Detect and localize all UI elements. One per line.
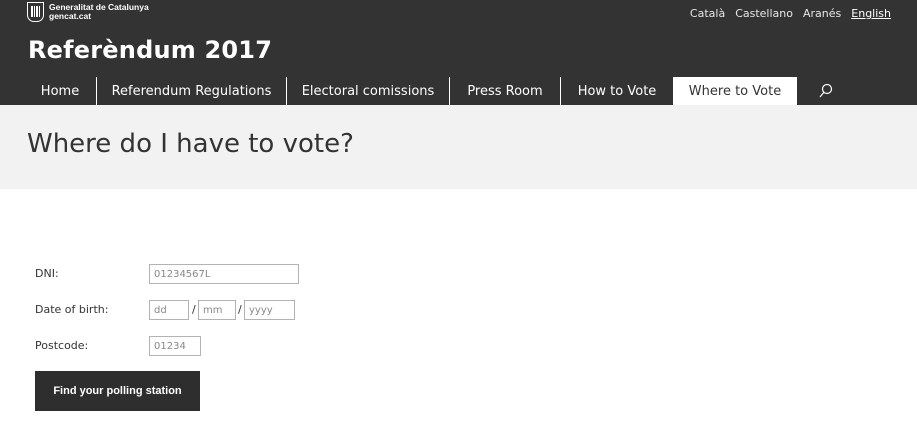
generalitat-emblem-icon — [27, 2, 44, 22]
dni-row: DNI: — [35, 264, 435, 284]
find-polling-station-button[interactable]: Find your polling station — [35, 371, 200, 411]
page-title: Where do I have to vote? — [27, 129, 354, 159]
lang-catala[interactable]: Català — [690, 7, 725, 20]
nav-press-room[interactable]: Press Room — [450, 77, 561, 105]
search-icon — [819, 83, 833, 98]
nav-home[interactable]: Home — [24, 77, 97, 105]
dni-label: DNI: — [35, 267, 59, 280]
lang-aranes[interactable]: Aranés — [803, 7, 841, 20]
nav-where-to-vote[interactable]: Where to Vote — [673, 77, 797, 105]
dob-label: Date of birth: — [35, 303, 109, 316]
postcode-label: Postcode: — [35, 339, 89, 352]
main-nav: Home Referendum Regulations Electoral co… — [24, 77, 855, 105]
site-title[interactable]: Referèndum 2017 — [28, 36, 272, 64]
nav-how-to-vote[interactable]: How to Vote — [561, 77, 673, 105]
page-title-banner: Where do I have to vote? — [0, 105, 917, 189]
dob-month-input[interactable] — [198, 300, 236, 320]
gencat-logo[interactable]: Generalitat de Catalunya gencat.cat — [27, 1, 149, 23]
postcode-row: Postcode: — [35, 336, 435, 356]
language-switcher: Català Castellano Aranés English — [690, 7, 891, 20]
dob-separator-1: / — [192, 303, 196, 316]
nav-electoral-comissions[interactable]: Electoral comissions — [287, 77, 450, 105]
lang-english[interactable]: English — [851, 7, 891, 20]
logo-text: Generalitat de Catalunya gencat.cat — [49, 3, 149, 21]
logo-line-2: gencat.cat — [49, 11, 92, 21]
nav-search-button[interactable] — [797, 77, 855, 105]
dni-input[interactable] — [149, 264, 299, 284]
lang-castellano[interactable]: Castellano — [735, 7, 793, 20]
site-header: Generalitat de Catalunya gencat.cat Cata… — [0, 0, 917, 105]
postcode-input[interactable] — [149, 336, 201, 356]
dob-separator-2: / — [238, 303, 242, 316]
nav-referendum-regulations[interactable]: Referendum Regulations — [97, 77, 287, 105]
dob-row: Date of birth: / / — [35, 300, 435, 320]
dob-day-input[interactable] — [149, 300, 189, 320]
dob-year-input[interactable] — [244, 300, 295, 320]
